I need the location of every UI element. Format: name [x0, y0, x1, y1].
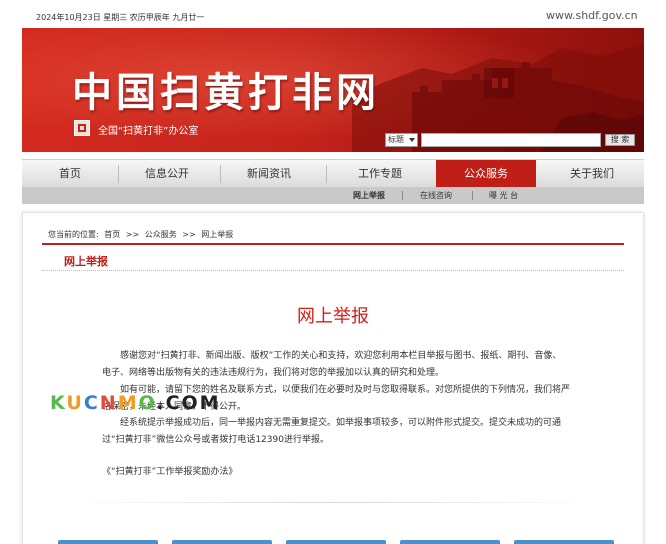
form-tab[interactable]: [400, 540, 500, 544]
subnav-divider: [472, 191, 473, 200]
breadcrumb-home[interactable]: 首页: [104, 230, 120, 239]
form-tab[interactable]: [286, 540, 386, 544]
article-title: 网上举报: [297, 306, 369, 327]
search-input[interactable]: [421, 133, 601, 147]
dotted-divider: [42, 270, 624, 271]
form-tab[interactable]: [514, 540, 614, 544]
nav-item-news[interactable]: 新闻资讯: [221, 160, 317, 188]
breadcrumb-current[interactable]: 网上举报: [201, 230, 233, 239]
top-bar: 2024年10月23日 星期三 农历甲辰年 九月廿一 www.shdf.gov.…: [0, 0, 666, 28]
subnav-item-exposure[interactable]: 曝 光 台: [489, 187, 518, 204]
chevron-down-icon: [409, 138, 415, 142]
site-title: 中国扫黄打非网: [72, 69, 380, 116]
subnav-item-consult[interactable]: 在线咨询: [420, 187, 452, 204]
breadcrumb-separator: >>: [182, 230, 196, 239]
nav-item-public-service[interactable]: 公众服务: [436, 160, 536, 188]
form-tab[interactable]: [58, 540, 158, 544]
site-domain[interactable]: www.shdf.gov.cn: [546, 9, 638, 22]
search-field-value: 标题: [388, 135, 404, 144]
section-divider: [42, 243, 624, 245]
reward-rules-link[interactable]: 《“扫黄打非”工作举报奖励办法》: [102, 464, 237, 477]
content-divider: [72, 502, 594, 503]
current-date: 2024年10月23日 星期三 农历甲辰年 九月廿一: [36, 13, 205, 22]
breadcrumb-prefix: 您当前的位置:: [48, 230, 99, 239]
breadcrumb-public-service[interactable]: 公众服务: [145, 230, 177, 239]
office-seal-icon: [74, 120, 90, 136]
article-paragraph: 经系统提示举报成功后，同一举报内容无需重复提交。如举报事项较多，可以附件形式提交…: [102, 418, 562, 445]
subnav-divider: [402, 191, 403, 200]
nav-item-info-disclosure[interactable]: 信息公开: [119, 160, 215, 188]
nav-item-topics[interactable]: 工作专题: [332, 160, 428, 188]
search-field-select[interactable]: 标题: [385, 133, 418, 147]
main-nav: 首页 信息公开 新闻资讯 工作专题 公众服务 关于我们: [22, 159, 644, 188]
watermark: KUCNMO.COM: [50, 392, 221, 414]
subnav-item-report[interactable]: 网上举报: [353, 187, 385, 204]
breadcrumb: 您当前的位置: 首页 >> 公众服务 >> 网上举报: [48, 229, 236, 240]
article-paragraph: 感谢您对“扫黄打非、新闻出版、版权”工作的关心和支持，欢迎您利用本栏目举报与图书…: [102, 351, 562, 378]
nav-divider: [326, 165, 327, 183]
sub-nav: 网上举报 在线咨询 曝 光 台: [22, 187, 644, 204]
search-button[interactable]: 搜 索: [605, 134, 635, 146]
nav-item-about[interactable]: 关于我们: [544, 160, 640, 188]
form-tabs-strip: [58, 540, 614, 544]
nav-item-home[interactable]: 首页: [22, 160, 118, 188]
office-name: 全国“扫黄打非”办公室: [98, 126, 199, 137]
section-title: 网上举报: [64, 255, 108, 268]
form-tab[interactable]: [172, 540, 272, 544]
breadcrumb-separator: >>: [125, 230, 140, 239]
